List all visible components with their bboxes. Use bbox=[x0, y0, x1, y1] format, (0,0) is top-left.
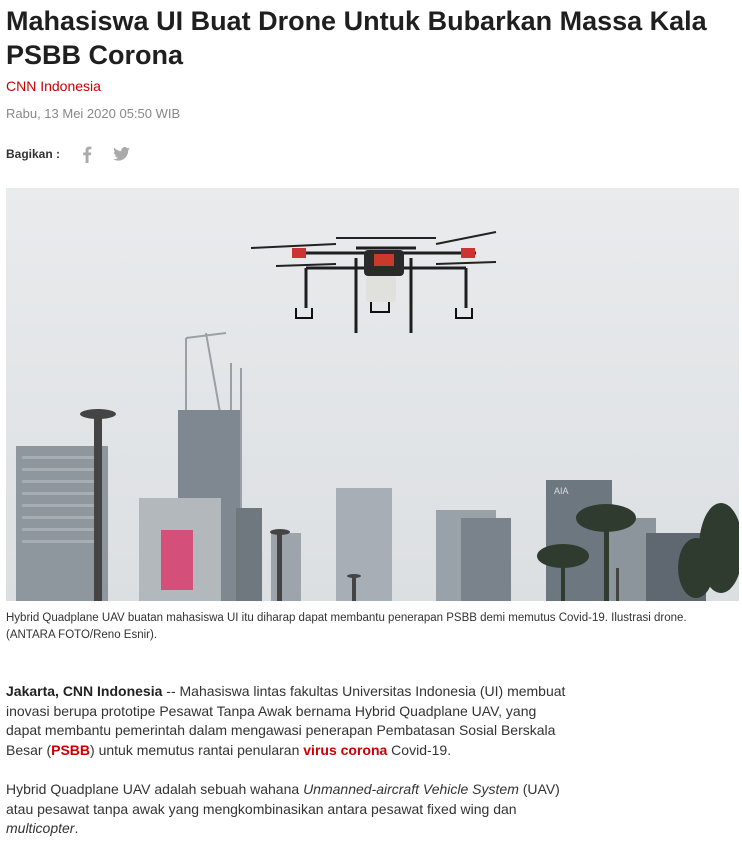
facebook-icon[interactable] bbox=[78, 145, 96, 163]
virus-corona-link[interactable]: virus corona bbox=[303, 742, 387, 758]
emphasis-text: Unmanned-aircraft Vehicle System bbox=[303, 781, 519, 797]
article-date: Rabu, 13 Mei 2020 05:50 WIB bbox=[6, 106, 181, 121]
paragraph-2: Hybrid Quadplane UAV adalah sebuah wahan… bbox=[6, 780, 566, 839]
article-source[interactable]: CNN Indonesia bbox=[6, 78, 101, 94]
emphasis-text: multicopter bbox=[6, 820, 75, 836]
paragraph-1: Jakarta, CNN Indonesia -- Mahasiswa lint… bbox=[6, 682, 566, 760]
dateline: Jakarta, CNN Indonesia bbox=[6, 683, 163, 699]
paragraph-text: Covid-19. bbox=[387, 741, 452, 758]
article-body: Jakarta, CNN Indonesia -- Mahasiswa lint… bbox=[6, 682, 566, 859]
photo-caption: Hybrid Quadplane UAV buatan mahasiswa UI… bbox=[6, 612, 687, 641]
paragraph-text: . bbox=[74, 820, 79, 836]
drone-over-city-image: AIA bbox=[6, 188, 739, 601]
share-label: Bagikan : bbox=[6, 147, 61, 161]
paragraph-text: ) untuk memutus rantai penularan bbox=[90, 741, 304, 758]
psbb-link[interactable]: PSBB bbox=[51, 742, 90, 758]
paragraph-text: Hybrid Quadplane UAV adalah sebuah wahan… bbox=[6, 781, 304, 797]
article-title: Mahasiswa UI Buat Drone Untuk Bubarkan M… bbox=[6, 6, 707, 70]
svg-text:AIA: AIA bbox=[554, 486, 569, 496]
twitter-icon[interactable] bbox=[112, 145, 130, 163]
article-photo: AIA bbox=[6, 188, 739, 601]
share-bar: Bagikan : bbox=[6, 145, 146, 163]
